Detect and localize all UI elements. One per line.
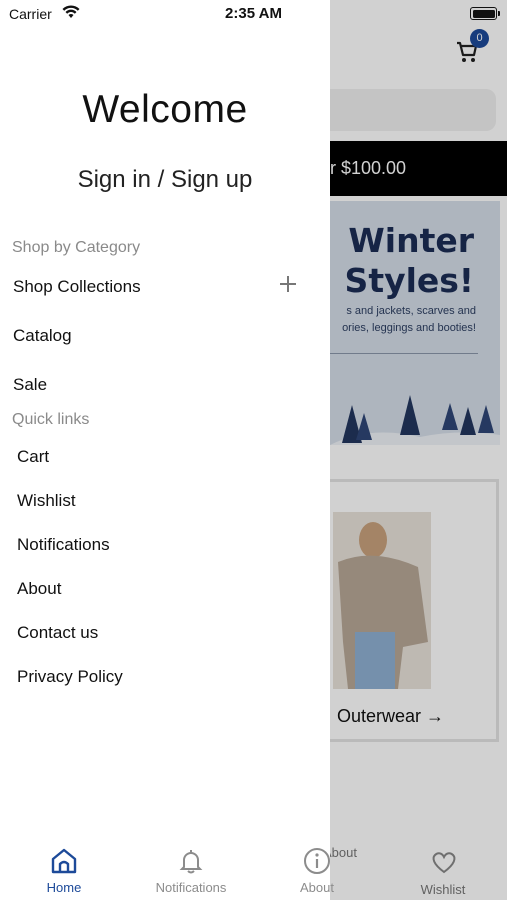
menu-item-sale[interactable]: Sale: [13, 375, 47, 395]
shop-section-label: Shop by Category: [12, 239, 141, 256]
menu-item-privacy[interactable]: Privacy Policy: [17, 667, 123, 687]
dim-overlay[interactable]: [330, 0, 507, 900]
sign-in-link[interactable]: Sign in / Sign up: [0, 166, 330, 194]
menu-item-cart[interactable]: Cart: [17, 447, 49, 467]
tab-home-label: Home: [46, 880, 82, 895]
menu-item-catalog[interactable]: Catalog: [13, 326, 72, 346]
status-time: 2:35 AM: [225, 5, 282, 22]
menu-item-shop-collections[interactable]: Shop Collections: [13, 277, 141, 297]
quick-links-label: Quick links: [12, 411, 90, 428]
tab-about[interactable]: About: [272, 840, 362, 895]
bottom-tab-bar: Home Notifications About: [0, 840, 334, 900]
bell-icon: [179, 850, 203, 874]
home-icon: [51, 848, 77, 874]
tab-notifications[interactable]: Notifications: [146, 840, 236, 895]
menu-item-about[interactable]: About: [17, 579, 61, 599]
menu-item-contact[interactable]: Contact us: [17, 623, 98, 643]
menu-item-wishlist[interactable]: Wishlist: [17, 491, 76, 511]
tab-notifications-label: Notifications: [155, 880, 227, 895]
status-bar: Carrier 2:35 AM: [0, 0, 507, 26]
menu-item-notifications[interactable]: Notifications: [17, 535, 110, 555]
welcome-title: Welcome: [82, 88, 248, 131]
info-icon: [304, 848, 330, 874]
tab-about-label: About: [300, 880, 334, 895]
tab-home[interactable]: Home: [19, 840, 109, 895]
side-drawer: Welcome Sign in / Sign up Shop by Catego…: [0, 0, 330, 900]
battery-icon: [470, 7, 500, 20]
expand-plus-icon[interactable]: [280, 276, 296, 292]
